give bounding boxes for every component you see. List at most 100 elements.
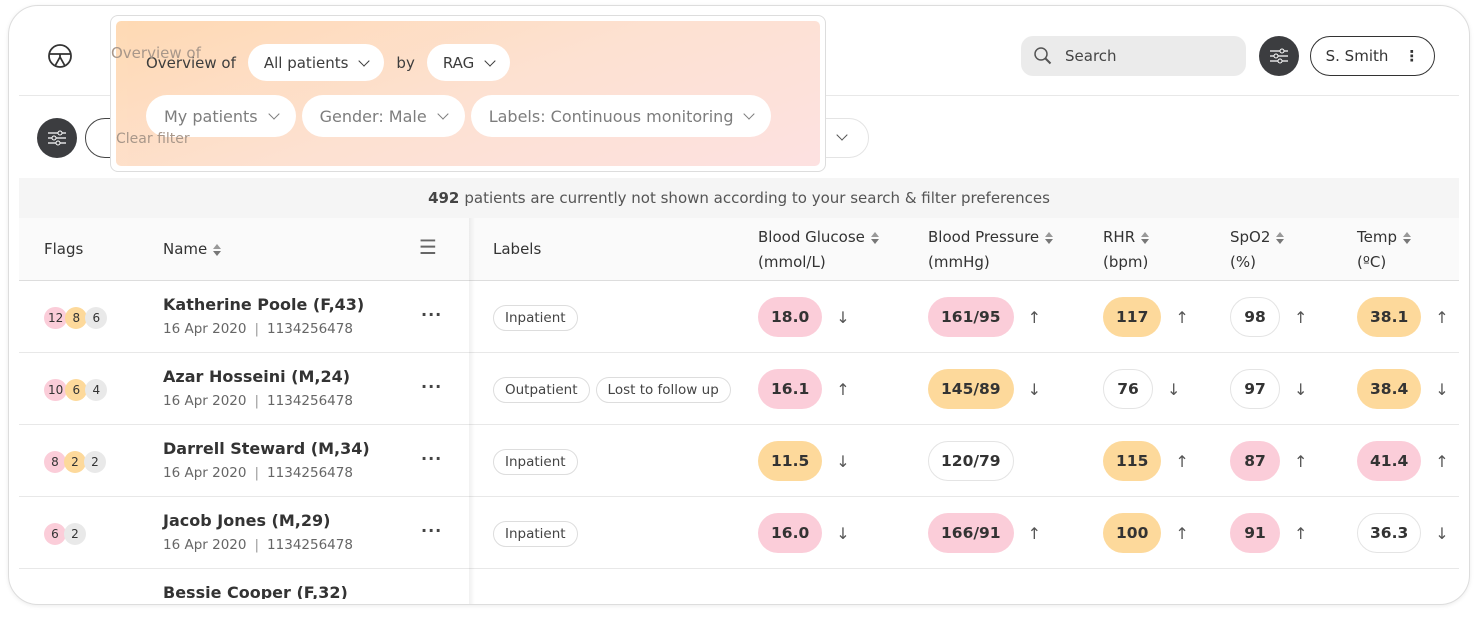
arrow-up-icon: ↑: [1027, 523, 1041, 543]
row-more-button[interactable]: ···: [421, 377, 442, 396]
label-chip[interactable]: Inpatient: [493, 521, 578, 547]
overview-label-background: Overview of: [111, 44, 201, 62]
label-chip[interactable]: Lost to follow up: [595, 377, 731, 403]
vital-value[interactable]: 166/91: [928, 513, 1014, 553]
filter-gender[interactable]: Gender: Male: [301, 95, 465, 137]
app-logo-icon[interactable]: [47, 43, 73, 69]
sort-icon[interactable]: [1402, 231, 1411, 244]
vital-reading: 117 ↑: [1103, 297, 1189, 337]
arrow-down-icon: ↓: [836, 523, 850, 543]
column-spo2[interactable]: SpO2 (%): [1230, 225, 1285, 275]
patient-labels: Inpatient: [493, 521, 578, 547]
by-label: by: [396, 53, 415, 72]
chevron-down-icon: [437, 108, 449, 120]
search-input[interactable]: Search: [1021, 36, 1246, 76]
sort-icon[interactable]: [1141, 231, 1150, 244]
table-row[interactable]: Bessie Cooper (F,32): [19, 569, 1459, 599]
vital-value[interactable]: 16.0: [758, 513, 823, 553]
table-row[interactable]: 6 2 Jacob Jones (M,29) 16 Apr 2020 | 11342564…: [19, 497, 1459, 569]
vital-value[interactable]: 76: [1103, 369, 1153, 409]
row-more-button[interactable]: ···: [421, 449, 442, 468]
sort-icon[interactable]: [213, 243, 222, 256]
vital-reading: 16.0 ↓: [758, 513, 850, 553]
arrow-up-icon: ↑: [1027, 307, 1041, 327]
vital-value[interactable]: 98: [1230, 297, 1280, 337]
arrow-up-icon: ↑: [1435, 307, 1449, 327]
sort-icon[interactable]: [1276, 231, 1285, 244]
column-menu-icon[interactable]: ☰: [419, 235, 437, 260]
flag-count-pink: 8: [44, 451, 66, 473]
vital-value[interactable]: 100: [1103, 513, 1162, 553]
patient-id: 1134256478: [267, 537, 353, 553]
user-menu-button[interactable]: S. Smith ⋮: [1310, 36, 1435, 76]
flag-count-orange: 8: [65, 307, 88, 329]
patient-name[interactable]: Bessie Cooper (F,32): [163, 583, 348, 599]
mode-value: RAG: [442, 53, 475, 72]
arrow-down-icon: ↓: [1435, 523, 1449, 543]
flag-count-orange: 6: [65, 379, 88, 401]
flag-badges: 10 6 4: [44, 379, 108, 401]
table-row[interactable]: 8 2 2 Darrell Steward (M,34) 16 Apr 2020 | 113…: [19, 425, 1459, 497]
patient-date: 16 Apr 2020: [163, 321, 247, 337]
sort-icon[interactable]: [870, 231, 879, 244]
vital-reading: 115 ↑: [1103, 441, 1189, 481]
label-chip[interactable]: Inpatient: [493, 449, 578, 475]
row-more-button[interactable]: ···: [421, 305, 442, 324]
vital-value[interactable]: 161/95: [928, 297, 1014, 337]
filter-toggle-button[interactable]: [37, 118, 77, 158]
vital-value[interactable]: 11.5: [758, 441, 823, 481]
vital-reading: 38.4 ↓: [1357, 369, 1449, 409]
search-placeholder: Search: [1065, 47, 1117, 65]
vital-value[interactable]: 36.3: [1357, 513, 1422, 553]
vital-value[interactable]: 87: [1230, 441, 1280, 481]
vital-value[interactable]: 97: [1230, 369, 1280, 409]
vital-value[interactable]: 38.1: [1357, 297, 1422, 337]
settings-filter-button[interactable]: [1259, 36, 1299, 76]
label-chip[interactable]: Outpatient: [493, 377, 590, 403]
vital-reading: 87 ↑: [1230, 441, 1307, 481]
mode-dropdown[interactable]: RAG: [426, 44, 511, 81]
column-temp[interactable]: Temp (ºC): [1357, 225, 1411, 275]
patient-name[interactable]: Azar Hosseini (M,24): [163, 367, 350, 386]
vital-value[interactable]: 117: [1103, 297, 1162, 337]
filter-labels[interactable]: Labels: Continuous monitoring: [470, 95, 772, 137]
row-more-button[interactable]: ···: [421, 521, 442, 540]
column-blood-pressure[interactable]: Blood Pressure (mmHg): [928, 225, 1054, 275]
patient-name[interactable]: Katherine Poole (F,43): [163, 295, 364, 314]
column-title: SpO2: [1230, 228, 1271, 246]
arrow-down-icon: ↓: [836, 451, 850, 471]
patient-name[interactable]: Jacob Jones (M,29): [163, 511, 330, 530]
chevron-down-icon: [358, 54, 371, 67]
vital-value[interactable]: 120/79: [928, 441, 1014, 481]
sort-icon[interactable]: [1045, 231, 1054, 244]
patient-labels: Inpatient: [493, 449, 578, 475]
patient-date: 16 Apr 2020: [163, 465, 247, 481]
table-row[interactable]: 10 6 4 Azar Hosseini (M,24) 16 Apr 2020 | 1134…: [19, 353, 1459, 425]
column-unit: (mmol/L): [758, 253, 826, 271]
patient-name[interactable]: Darrell Steward (M,34): [163, 439, 370, 458]
chevron-down-icon: [836, 129, 848, 141]
vital-reading: 91 ↑: [1230, 513, 1307, 553]
column-blood-glucose[interactable]: Blood Glucose (mmol/L): [758, 225, 879, 275]
patient-id: 1134256478: [267, 321, 353, 337]
scope-dropdown[interactable]: All patients: [247, 44, 385, 81]
vital-reading: 76 ↓: [1103, 369, 1180, 409]
vital-value[interactable]: 91: [1230, 513, 1280, 553]
vital-value[interactable]: 115: [1103, 441, 1162, 481]
sliders-icon: [48, 130, 66, 146]
vital-value[interactable]: 41.4: [1357, 441, 1422, 481]
patient-date: 16 Apr 2020: [163, 393, 247, 409]
column-flags: Flags: [44, 240, 84, 258]
arrow-up-icon: ↑: [1435, 451, 1449, 471]
table-row[interactable]: 12 8 6 Katherine Poole (F,43) 16 Apr 2020 | 11…: [19, 281, 1459, 353]
vital-reading: 100 ↑: [1103, 513, 1189, 553]
chevron-down-icon: [743, 108, 756, 120]
vital-value[interactable]: 18.0: [758, 297, 823, 337]
vital-value[interactable]: 16.1: [758, 369, 823, 409]
column-name[interactable]: Name: [163, 237, 222, 262]
column-title: Blood Pressure: [928, 228, 1040, 246]
vital-value[interactable]: 38.4: [1357, 369, 1422, 409]
label-chip[interactable]: Inpatient: [493, 305, 578, 331]
column-rhr[interactable]: RHR (bpm): [1103, 225, 1150, 275]
vital-value[interactable]: 145/89: [928, 369, 1014, 409]
